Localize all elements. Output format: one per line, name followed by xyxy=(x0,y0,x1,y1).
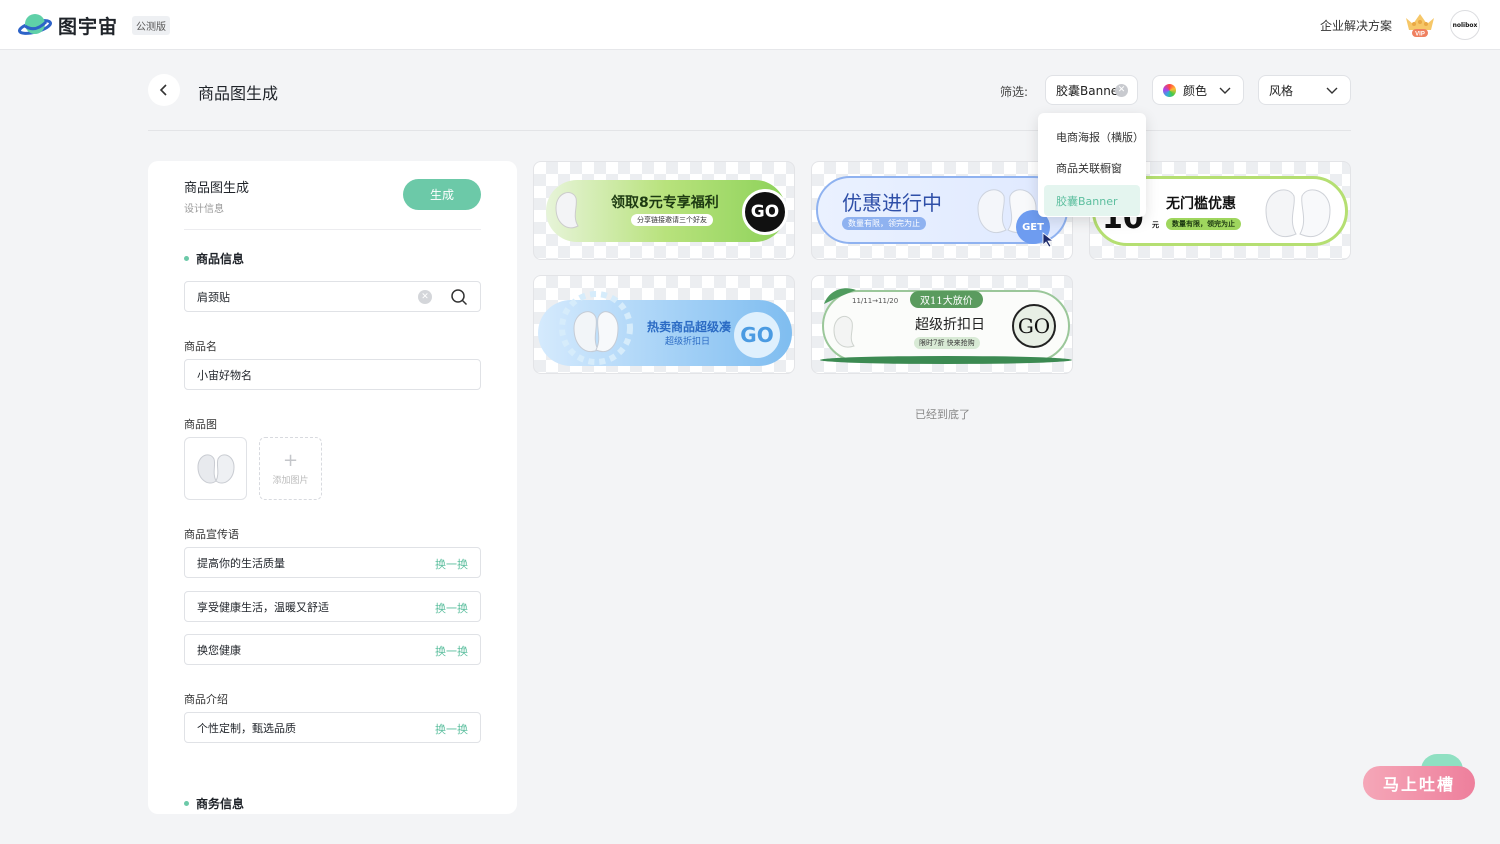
slogan-field-3[interactable]: 换您健康 换一换 xyxy=(184,634,481,665)
filter-label: 筛选: xyxy=(1000,85,1029,99)
back-button[interactable] xyxy=(148,74,180,106)
product-image xyxy=(1265,189,1331,237)
banner-subtitle: 分享链接邀请三个好友 xyxy=(631,214,713,226)
panel-divider xyxy=(184,229,481,230)
planet-logo-icon xyxy=(18,14,52,35)
banner-subtitle: 数量有限，领完为止 xyxy=(1166,218,1241,230)
mouse-cursor-icon xyxy=(1042,232,1055,248)
banner-subtitle: 限时7折 快来抢购 xyxy=(914,337,980,349)
generate-button[interactable]: 生成 xyxy=(403,179,481,210)
banner-cta: GO xyxy=(734,312,780,358)
page-title: 商品图生成 xyxy=(198,84,279,103)
end-of-list-text: 已经到底了 xyxy=(915,408,970,421)
app-logo[interactable]: 图宇宙 公测版 xyxy=(18,11,171,39)
product-image xyxy=(833,315,855,348)
intro-field[interactable]: 个性定制，甄选品质 换一换 xyxy=(184,712,481,743)
product-image-thumbnail[interactable] xyxy=(184,437,247,500)
color-wheel-icon xyxy=(1163,83,1176,97)
swap-link[interactable]: 换一换 xyxy=(435,600,468,616)
section-label: 商务信息 xyxy=(196,797,245,811)
section-dot xyxy=(184,256,189,261)
slogan-value: 提高你的生活质量 xyxy=(197,556,285,570)
banner-card-1[interactable]: 领取8元专享福利 分享链接邀请三个好友 GO xyxy=(533,161,795,260)
search-value: 肩颈贴 xyxy=(197,290,230,304)
color-filter-label: 颜色 xyxy=(1183,83,1208,98)
product-image xyxy=(559,291,633,365)
banner-title: 热卖商品超级凑 xyxy=(647,320,732,334)
header-divider xyxy=(148,130,1351,131)
search-icon[interactable] xyxy=(450,288,468,306)
banner-title: 优惠进行中 xyxy=(842,191,942,215)
add-image-button[interactable]: + 添加图片 xyxy=(259,437,322,500)
app-name: 图宇宙 xyxy=(58,15,119,38)
clear-search-icon[interactable]: ✕ xyxy=(418,290,432,304)
section-product-info: 商品信息 xyxy=(184,250,244,267)
add-image-label: 添加图片 xyxy=(272,475,309,486)
type-filter-value: 胶囊Banner xyxy=(1056,83,1124,98)
banner-date: 11/11→11/20 xyxy=(852,297,899,305)
panel-title: 商品图生成 xyxy=(184,181,250,196)
style-filter-label: 风格 xyxy=(1269,83,1294,98)
neck-patch-image xyxy=(196,453,235,484)
chevron-left-icon xyxy=(159,84,167,96)
slogan-field-1[interactable]: 提高你的生活质量 换一换 xyxy=(184,547,481,578)
slogan-label: 商品宣传语 xyxy=(184,528,239,541)
enterprise-solutions-link[interactable]: 企业解决方案 xyxy=(1320,17,1392,34)
top-bar: 图宇宙 公测版 企业解决方案 VIP nolibox xyxy=(0,0,1500,50)
banner-title: 无门槛优惠 xyxy=(1166,196,1236,212)
user-avatar[interactable]: nolibox xyxy=(1450,10,1480,40)
banner-subtitle: 数量有限，领完为止 xyxy=(842,217,926,230)
swap-link[interactable]: 换一换 xyxy=(435,556,468,572)
beta-badge: 公测版 xyxy=(132,15,171,35)
feedback-button[interactable]: 马上吐槽 xyxy=(1363,766,1475,800)
design-info-panel: 商品图生成 设计信息 生成 商品信息 肩颈贴 ✕ 商品名 小宙好物名 商品图 +… xyxy=(148,161,517,814)
product-image-label: 商品图 xyxy=(184,418,217,431)
clear-filter-icon[interactable]: ✕ xyxy=(1115,84,1128,97)
color-filter-select[interactable]: 颜色 xyxy=(1152,75,1244,105)
banner-card-2[interactable]: 优惠进行中 数量有限，领完为止 GET xyxy=(811,161,1073,260)
slogan-value: 享受健康生活，温暖又舒适 xyxy=(197,600,329,614)
dropdown-item-poster[interactable]: 电商海报（横版） xyxy=(1038,121,1146,152)
banner-cta: GO xyxy=(1012,304,1056,348)
type-filter-dropdown: 电商海报（横版） 商品关联橱窗 胶囊Banner xyxy=(1038,113,1146,217)
vip-crown-icon[interactable]: VIP xyxy=(1404,12,1436,38)
podium-base xyxy=(820,356,1072,364)
banner-title: 领取8元专享福利 xyxy=(611,195,719,211)
intro-label: 商品介绍 xyxy=(184,693,228,706)
section-business-info: 商务信息 xyxy=(184,795,244,812)
swap-link[interactable]: 换一换 xyxy=(435,721,468,737)
dropdown-item-capsule-banner[interactable]: 胶囊Banner xyxy=(1044,185,1140,216)
dropdown-item-showcase[interactable]: 商品关联橱窗 xyxy=(1038,152,1146,183)
banner-card-5[interactable]: 11/11→11/20 双11大放价 超级折扣日 限时7折 快来抢购 GO xyxy=(811,275,1073,374)
banner-title: 超级折扣日 xyxy=(915,317,985,333)
banner-tag: 双11大放价 xyxy=(910,291,983,308)
section-dot xyxy=(184,801,189,806)
swap-link[interactable]: 换一换 xyxy=(435,643,468,659)
panel-subtitle: 设计信息 xyxy=(184,204,224,215)
intro-value: 个性定制，甄选品质 xyxy=(197,721,296,735)
plus-icon: + xyxy=(282,449,299,471)
slogan-field-2[interactable]: 享受健康生活，温暖又舒适 换一换 xyxy=(184,591,481,622)
banner-subtitle: 超级折扣日 xyxy=(665,337,711,347)
product-name-value: 小宙好物名 xyxy=(197,368,252,382)
slogan-value: 换您健康 xyxy=(197,643,241,657)
chevron-down-icon xyxy=(1326,87,1338,94)
chevron-down-icon xyxy=(1219,87,1231,94)
product-search-input[interactable]: 肩颈贴 ✕ xyxy=(184,281,481,312)
product-image xyxy=(555,192,579,229)
product-name-field[interactable]: 小宙好物名 xyxy=(184,359,481,390)
banner-card-4[interactable]: 热卖商品超级凑 超级折扣日 GO xyxy=(533,275,795,374)
section-label: 商品信息 xyxy=(196,252,245,266)
type-filter-select[interactable]: 胶囊Banner ✕ xyxy=(1045,75,1138,105)
vip-label: VIP xyxy=(1415,32,1425,38)
banner-unit: 元 xyxy=(1152,221,1159,229)
banner-cta: GO xyxy=(742,189,788,235)
product-name-label: 商品名 xyxy=(184,340,217,353)
style-filter-select[interactable]: 风格 xyxy=(1258,75,1351,105)
